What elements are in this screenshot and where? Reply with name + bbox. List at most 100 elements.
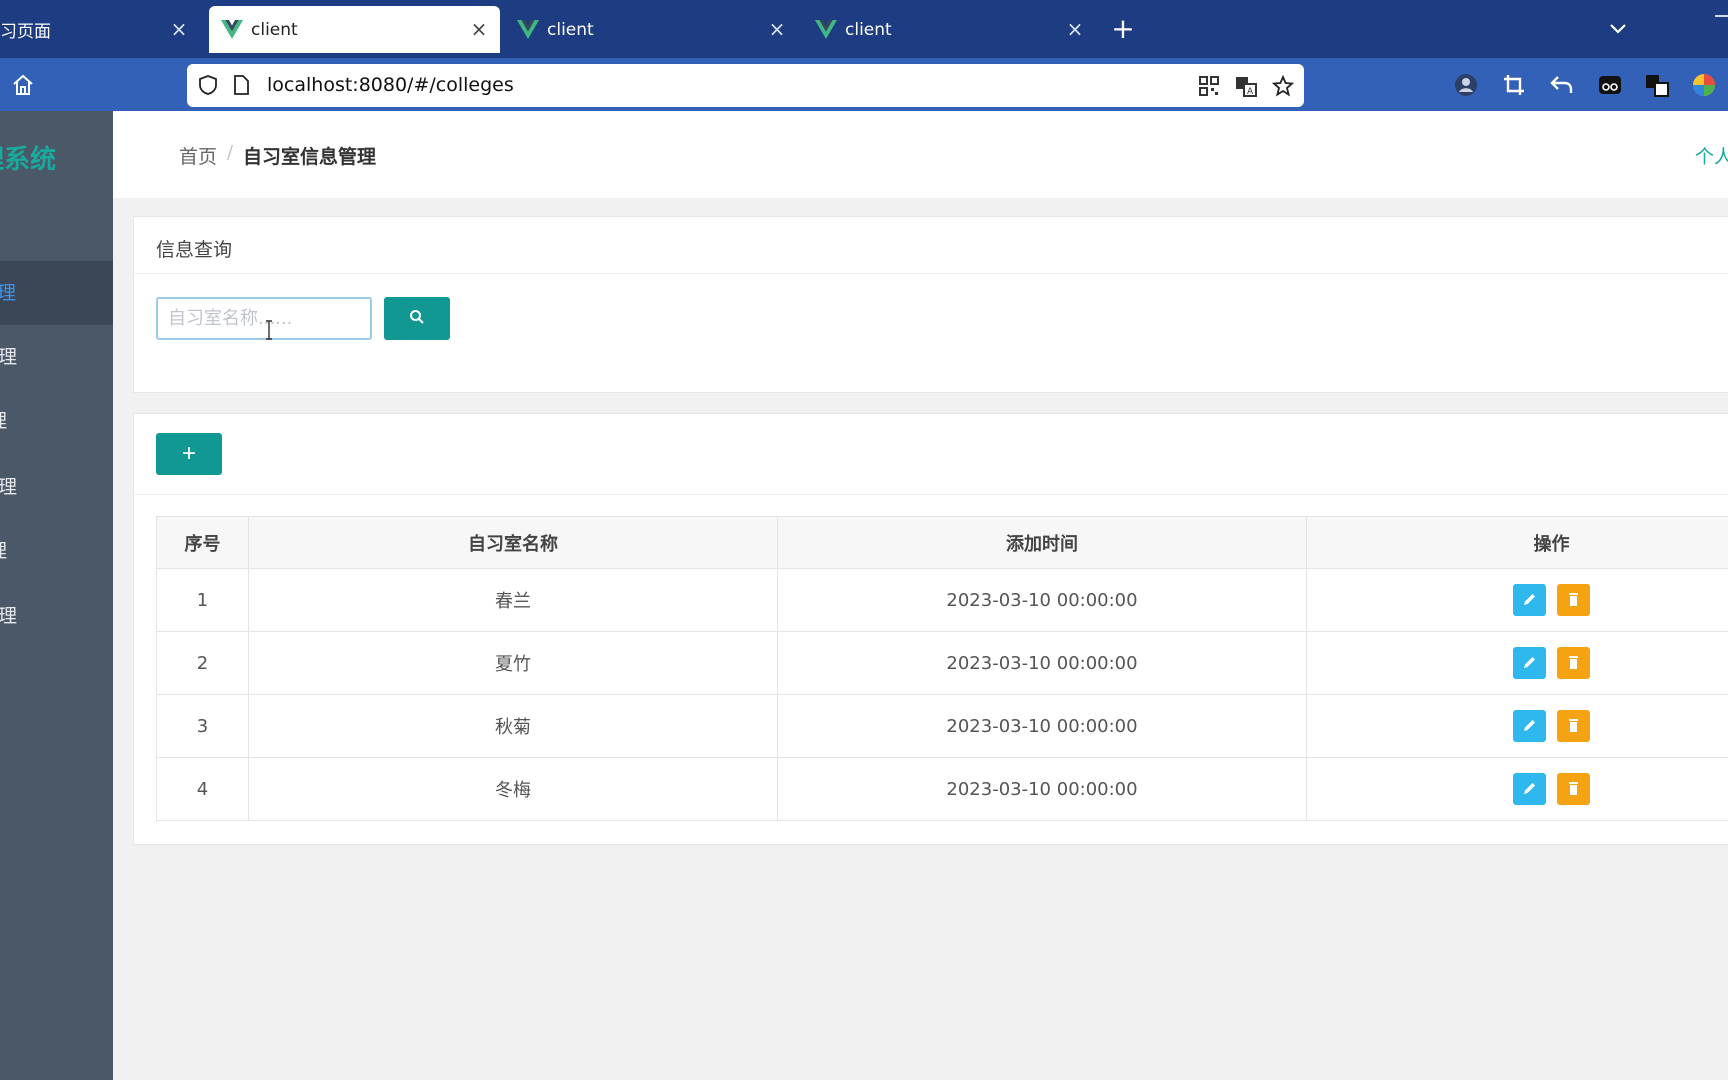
cell-time: 2023-03-10 00:00:00 [777, 757, 1307, 821]
vue-logo-icon [221, 19, 243, 39]
pencil-icon [1523, 720, 1535, 731]
cell-name: 夏竹 [248, 631, 778, 695]
pencil-icon [1523, 657, 1535, 668]
sidebar-item[interactable]: 理 [0, 325, 113, 389]
svg-text:A: A [1247, 87, 1254, 97]
window-minimize-icon[interactable] [1715, 15, 1728, 17]
chevron-down-icon[interactable] [1605, 16, 1631, 42]
table-row: 2 夏竹 2023-03-10 00:00:00 [156, 631, 1728, 695]
table-row: 4 冬梅 2023-03-10 00:00:00 [156, 757, 1728, 821]
table-card: + 序号 自习室名称 添加时间 操作 1 春兰 2023-03-10 00:00… [133, 413, 1728, 845]
sidebar-item-label: 理 [0, 519, 7, 583]
sidebar-item[interactable]: 理 [0, 584, 113, 648]
search-icon [410, 310, 424, 324]
cell-ops [1306, 568, 1728, 632]
table-row: 3 秋菊 2023-03-10 00:00:00 [156, 694, 1728, 758]
breadcrumb-separator: / [227, 142, 234, 163]
trash-icon [1569, 656, 1579, 669]
table-header-row: 序号 自习室名称 添加时间 操作 [156, 516, 1728, 569]
browser-tab[interactable]: client × [507, 6, 798, 53]
tab-close-icon[interactable]: × [1064, 18, 1086, 40]
add-button[interactable]: + [156, 433, 222, 475]
column-header-index: 序号 [156, 516, 249, 569]
browser-toolbar: localhost:8080/#/colleges A [0, 58, 1728, 111]
cell-name: 春兰 [248, 568, 778, 632]
divider [134, 273, 1728, 274]
cell-index: 3 [156, 694, 249, 758]
sidebar-item-label: 理 [0, 476, 18, 498]
vue-logo-icon [517, 19, 539, 39]
profile-link[interactable]: 个人 [1695, 142, 1728, 169]
translate-icon[interactable]: A [1234, 74, 1258, 98]
delete-button[interactable] [1557, 647, 1591, 679]
address-bar[interactable]: localhost:8080/#/colleges A [187, 64, 1304, 107]
breadcrumb-current: 自习室信息管理 [243, 146, 377, 168]
column-header-ops: 操作 [1306, 516, 1728, 569]
new-tab-button[interactable]: + [1110, 14, 1136, 44]
shield-icon[interactable] [197, 74, 219, 96]
sidebar-item-room-management[interactable]: ​管理 [0, 261, 113, 325]
tab-close-icon[interactable]: × [766, 18, 788, 40]
qr-code-icon[interactable] [1197, 74, 1221, 98]
cell-ops [1306, 631, 1728, 695]
cell-index: 2 [156, 631, 249, 695]
cell-time: 2023-03-10 00:00:00 [777, 631, 1307, 695]
breadcrumb-home[interactable]: 首页 [179, 142, 217, 169]
star-icon[interactable] [1271, 74, 1295, 98]
edit-button[interactable] [1512, 773, 1546, 805]
trash-icon [1569, 593, 1579, 606]
tab-close-icon[interactable]: × [168, 18, 190, 40]
sidebar-item-label: 理 [0, 346, 18, 368]
sidebar-item-label: 理 [0, 389, 7, 453]
tab-title: 习页面 [0, 22, 51, 42]
profile-icon[interactable] [1452, 71, 1480, 99]
tab-title: client [547, 19, 594, 40]
column-header-name: 自习室名称 [248, 516, 778, 569]
rooms-table: 序号 自习室名称 添加时间 操作 1 春兰 2023-03-10 00:00:0… [156, 516, 1728, 821]
delete-button[interactable] [1557, 710, 1591, 742]
cell-name: 秋菊 [248, 694, 778, 758]
page-header: 首页 / 自习室信息管理 个人 [113, 111, 1728, 198]
tab-title: client [251, 19, 298, 40]
browser-tab[interactable]: 习页面 × [0, 6, 200, 53]
search-button[interactable] [384, 297, 450, 340]
trash-icon [1569, 719, 1579, 732]
table-row: 1 春兰 2023-03-10 00:00:00 [156, 568, 1728, 632]
text-cursor-icon [266, 320, 272, 340]
trash-icon [1569, 782, 1579, 795]
cell-index: 4 [156, 757, 249, 821]
sidebar-item-label: ​管理 [0, 282, 17, 304]
url-text[interactable]: localhost:8080/#/colleges [267, 74, 514, 96]
browser-tab-active[interactable]: client × [209, 6, 500, 53]
sidebar-item[interactable]: 理 [0, 455, 113, 519]
translate-extension-icon[interactable] [1643, 71, 1671, 99]
pencil-icon [1523, 594, 1535, 605]
app-brand: 理系统 [0, 145, 57, 175]
tab-close-icon[interactable]: × [468, 18, 490, 40]
delete-button[interactable] [1557, 584, 1591, 616]
sidebar-item[interactable]: 理 [0, 519, 113, 583]
tab-title: client [845, 19, 892, 40]
query-card-title: 信息查询 [156, 239, 233, 261]
query-card: 信息查询 [133, 216, 1728, 393]
incognito-icon[interactable] [1596, 71, 1624, 99]
edit-button[interactable] [1512, 647, 1546, 679]
crop-icon[interactable] [1500, 71, 1528, 99]
pencil-icon [1523, 783, 1535, 794]
sidebar-item[interactable]: 理 [0, 389, 113, 453]
cell-index: 1 [156, 568, 249, 632]
color-wheel-icon[interactable] [1690, 71, 1718, 99]
browser-tab-bar: 习页面 × client × client × client × + [0, 0, 1728, 58]
edit-button[interactable] [1512, 710, 1546, 742]
delete-button[interactable] [1557, 773, 1591, 805]
home-icon[interactable] [9, 71, 37, 99]
cell-ops [1306, 694, 1728, 758]
edit-button[interactable] [1512, 584, 1546, 616]
cell-ops [1306, 757, 1728, 821]
undo-icon[interactable] [1548, 71, 1576, 99]
browser-tab[interactable]: client × [805, 6, 1096, 53]
sidebar-item-label: 理 [0, 605, 18, 627]
cell-name: 冬梅 [248, 757, 778, 821]
cell-time: 2023-03-10 00:00:00 [777, 568, 1307, 632]
page-icon[interactable] [232, 74, 250, 96]
